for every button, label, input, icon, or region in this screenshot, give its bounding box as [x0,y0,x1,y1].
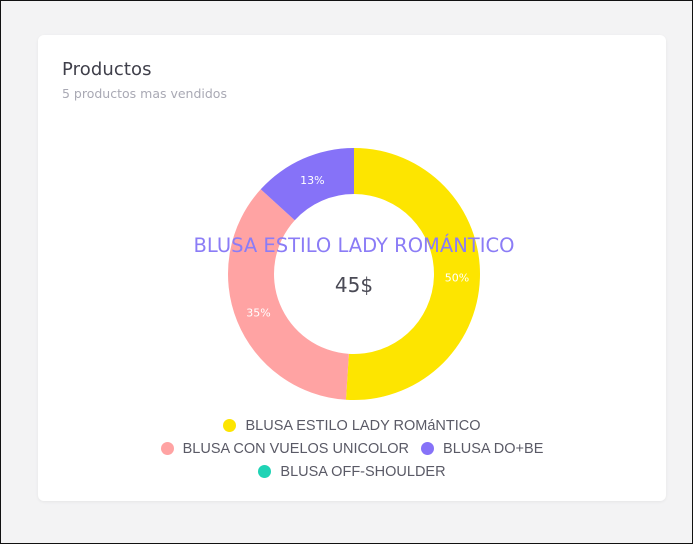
donut-slice[interactable] [228,189,349,400]
legend-row: BLUSA OFF-SHOULDER [38,460,666,483]
chart-legend: BLUSA ESTILO LADY ROMáNTICO BLUSA CON VUE… [38,414,666,483]
legend-dot-icon [421,442,435,455]
screenshot-frame: Productos 5 productos mas vendidos 50% 35… [0,0,693,544]
donut-center-value: 45$ [335,273,373,297]
legend-row: BLUSA ESTILO LADY ROMáNTICO [38,414,666,437]
legend-dot-icon [160,442,174,455]
legend-item[interactable]: BLUSA OFF-SHOULDER [258,463,446,480]
donut-slice-label: 13% [300,174,324,187]
legend-label: BLUSA DO+BE [443,440,544,457]
legend-row: BLUSA CON VUELOS UNICOLOR BLUSA DO+BE [38,437,666,460]
legend-item[interactable]: BLUSA DO+BE [421,441,543,457]
products-card: Productos 5 productos mas vendidos 50% 35… [38,35,666,501]
legend-label: BLUSA OFF-SHOULDER [280,463,446,480]
legend-item[interactable]: BLUSA CON VUELOS UNICOLOR [160,440,410,457]
donut-slice-label: 35% [246,307,270,320]
donut-slice-label: 50% [445,271,469,284]
donut-center-label: BLUSA ESTILO LADY ROMÁNTICO [194,234,515,257]
legend-dot-icon [223,419,237,432]
legend-label: BLUSA CON VUELOS UNICOLOR [182,440,410,457]
legend-dot-icon [258,465,272,478]
legend-item[interactable]: BLUSA ESTILO LADY ROMáNTICO [223,417,481,434]
legend-label: BLUSA ESTILO LADY ROMáNTICO [245,417,481,434]
